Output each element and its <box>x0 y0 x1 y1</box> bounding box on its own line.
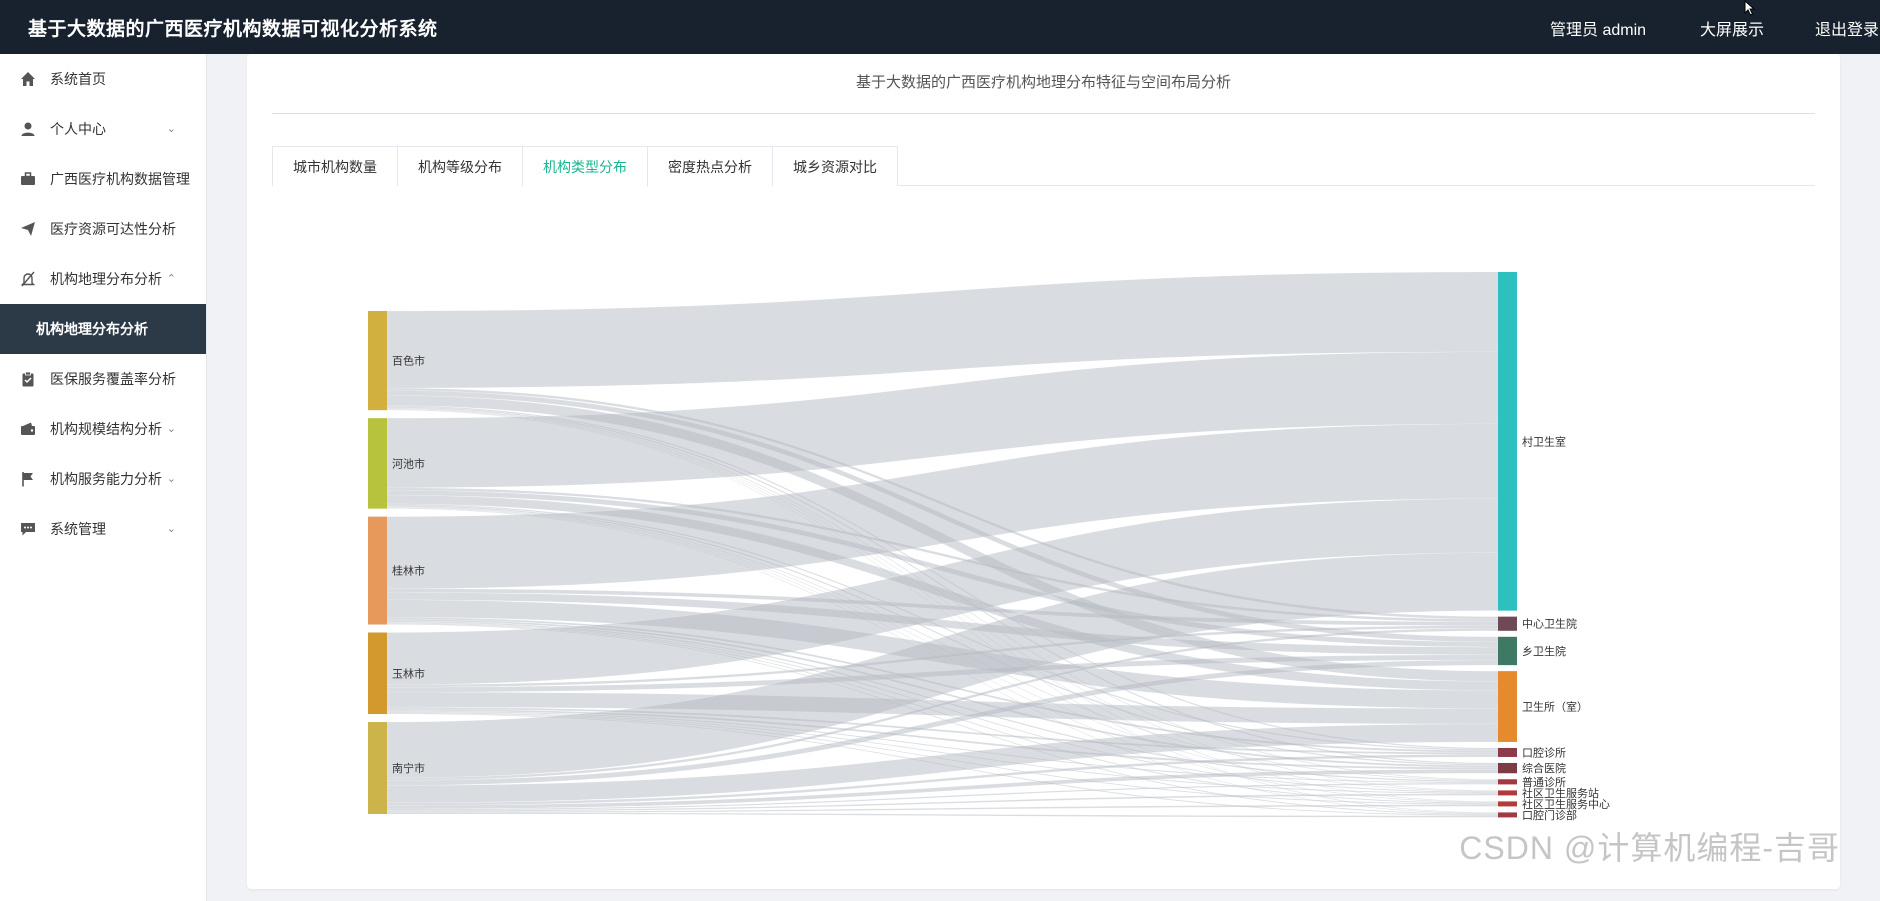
bigscreen-link[interactable]: 大屏展示 <box>1700 16 1764 40</box>
watermark: CSDN @计算机编程-吉哥 <box>1459 830 1840 866</box>
sankey-target-node[interactable] <box>1498 747 1517 757</box>
sankey-chart: 百色市河池市桂林市玉林市南宁市 村卫生室中心卫生院乡卫生院卫生所（室） 口腔诊所综合… <box>368 271 1610 822</box>
sankey-target-node[interactable] <box>1498 616 1517 631</box>
sankey-target-node[interactable] <box>1498 812 1517 818</box>
main-card: 基于大数据的广西医疗机构地理分布特征与空间布局分析 城市机构数量 机构等级分布 … <box>247 54 1840 889</box>
sidebar-item-label: 医疗资源可达性分析 <box>50 221 176 237</box>
chevron-down-icon: ⌄ <box>166 123 176 135</box>
sankey-source-label: 百色市 <box>392 354 425 368</box>
chevron-down-icon: ⌄ <box>166 423 176 435</box>
chevron-down-icon: ⌄ <box>166 523 176 535</box>
sankey-source-label: 玉林市 <box>392 666 425 680</box>
mouse-cursor-icon <box>1744 0 1756 16</box>
sidebar-item-insurance-coverage[interactable]: 医保服务覆盖率分析 <box>0 354 206 404</box>
sankey-target-label: 普通诊所 <box>1522 775 1566 789</box>
sidebar-item-label: 机构地理分布分析 <box>50 271 162 287</box>
sidebar-subitem-geo-distribution[interactable]: 机构地理分布分析 <box>0 304 206 354</box>
sankey-target-label: 综合医院 <box>1522 761 1566 775</box>
sidebar-item-label: 系统首页 <box>50 71 106 87</box>
sidebar-item-accessibility-analysis[interactable]: 医疗资源可达性分析 <box>0 204 206 254</box>
sankey-target-label: 社区卫生服务中心 <box>1522 797 1610 811</box>
sidebar-item-scale-structure[interactable]: 机构规模结构分析 ⌄ <box>0 404 206 454</box>
top-navbar: 基于大数据的广西医疗机构数据可视化分析系统 管理员 admin 大屏展示 退出登… <box>0 0 1880 54</box>
sidebar-item-service-capacity[interactable]: 机构服务能力分析 ⌄ <box>0 454 206 504</box>
sankey-target-node[interactable] <box>1498 636 1517 666</box>
chevron-up-icon: ⌃ <box>166 273 176 285</box>
sankey-target-label: 乡卫生院 <box>1522 644 1566 658</box>
sidebar-item-label: 广西医疗机构数据管理 <box>50 171 190 187</box>
sidebar: 系统首页 个人中心 ⌄ 广西医疗机构数据管理 医疗资源可达性分析 机构地理分布分… <box>0 54 207 901</box>
sidebar-item-geo-distribution-group[interactable]: 机构地理分布分析 ⌃ <box>0 254 206 304</box>
flag-icon <box>22 472 33 487</box>
sidebar-item-label: 个人中心 <box>50 121 106 137</box>
sankey-source-label: 河池市 <box>392 456 425 470</box>
home-icon <box>21 72 35 86</box>
sidebar-item-home[interactable]: 系统首页 <box>0 54 206 104</box>
sankey-source-node[interactable] <box>368 418 387 509</box>
sidebar-item-medical-data-management[interactable]: 广西医疗机构数据管理 <box>0 154 206 204</box>
sankey-source-node[interactable] <box>368 516 387 625</box>
sidebar-item-system-management[interactable]: 系统管理 ⌄ <box>0 504 206 554</box>
sankey-source-node[interactable] <box>368 311 387 411</box>
sankey-target-node[interactable] <box>1498 272 1517 611</box>
sankey-source-label: 桂林市 <box>392 564 425 578</box>
wallet-icon <box>21 422 35 435</box>
admin-user-link[interactable]: 管理员 admin <box>1550 16 1646 40</box>
clipboard-icon <box>22 371 34 387</box>
sankey-target-label: 口腔诊所 <box>1522 745 1566 759</box>
sankey-target-node[interactable] <box>1498 762 1517 774</box>
user-icon <box>21 122 35 136</box>
sankey-target-node[interactable] <box>1498 801 1517 807</box>
sankey-target-node[interactable] <box>1498 671 1517 742</box>
bell-off-icon <box>20 271 36 287</box>
sankey-target-node[interactable] <box>1498 779 1517 785</box>
sankey-target-node[interactable] <box>1498 790 1517 796</box>
app-title: 基于大数据的广西医疗机构数据可视化分析系统 <box>28 19 438 40</box>
sankey-links <box>386 271 1499 818</box>
sankey-source-node[interactable] <box>368 632 387 715</box>
sankey-target-label: 村卫生室 <box>1522 434 1566 448</box>
sankey-target-label: 卫生所（室） <box>1522 700 1588 714</box>
briefcase-icon <box>21 172 35 185</box>
message-icon <box>21 523 35 536</box>
sankey-source-label: 南宁市 <box>392 761 425 775</box>
sankey-source-node[interactable] <box>368 722 387 814</box>
sankey-target-label: 社区卫生服务站 <box>1522 786 1599 800</box>
sidebar-item-label: 系统管理 <box>50 521 106 537</box>
logout-link[interactable]: 退出登录 <box>1815 16 1879 40</box>
sankey-target-label: 口腔门诊部 <box>1522 808 1577 822</box>
chevron-down-icon: ⌄ <box>166 473 176 485</box>
sidebar-item-label: 医保服务覆盖率分析 <box>50 371 176 387</box>
sankey-link[interactable] <box>386 812 1499 818</box>
sidebar-item-label: 机构服务能力分析 <box>50 471 162 487</box>
send-icon <box>21 222 35 236</box>
sidebar-item-label: 机构规模结构分析 <box>50 421 162 437</box>
sidebar-item-personal-center[interactable]: 个人中心 ⌄ <box>0 104 206 154</box>
sankey-target-label: 中心卫生院 <box>1522 617 1577 631</box>
